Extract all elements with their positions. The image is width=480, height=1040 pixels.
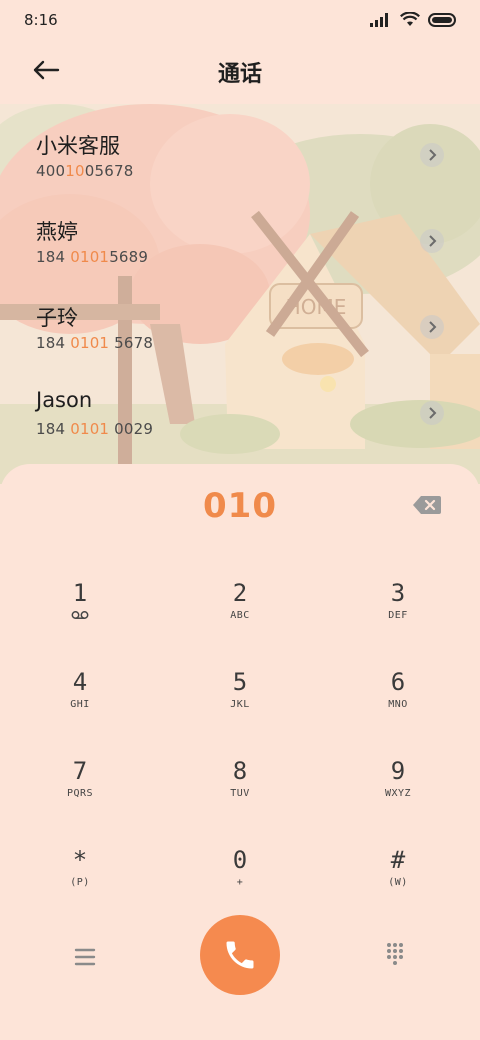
key-star[interactable]: * (P) — [25, 845, 135, 921]
key-letters: WXYZ — [384, 788, 412, 799]
key-0[interactable]: 0 + — [185, 845, 295, 921]
wifi-icon — [400, 12, 420, 26]
key-4[interactable]: 4 GHI — [25, 667, 135, 743]
number-match: 0101 — [70, 248, 110, 266]
contact-name: Jason — [36, 388, 93, 412]
key-letters: (P) — [70, 877, 90, 888]
contact-name: 小米客服 — [36, 134, 120, 158]
number-part: 184 — [36, 420, 71, 438]
key-7[interactable]: 7 PQRS — [25, 756, 135, 832]
contact-name: 燕婷 — [36, 220, 78, 244]
key-2[interactable]: 2 ABC — [185, 578, 295, 654]
status-time: 8:16 — [24, 11, 58, 29]
number-part: 5678 — [109, 334, 154, 352]
number-part: 05678 — [84, 162, 134, 180]
chevron-right-icon — [429, 149, 437, 161]
contact-number: 184 0101 0029 — [36, 420, 153, 438]
contact-item[interactable]: 燕婷 184 01015689 — [0, 190, 480, 276]
call-button[interactable] — [200, 915, 280, 995]
number-part: 184 — [36, 334, 71, 352]
contact-detail-button[interactable] — [420, 143, 444, 167]
backspace-button[interactable] — [412, 494, 442, 518]
phone-icon — [226, 941, 254, 969]
number-part: 0029 — [109, 420, 154, 438]
status-bar: 8:16 — [0, 0, 480, 40]
contact-detail-button[interactable] — [420, 401, 444, 425]
key-digit: 9 — [390, 757, 406, 785]
key-letters: PQRS — [66, 788, 94, 799]
key-letters: JKL — [230, 699, 250, 710]
number-part: 400 — [36, 162, 66, 180]
contact-name: 子玲 — [36, 306, 78, 330]
dialed-number: 010 — [203, 486, 277, 526]
key-3[interactable]: 3 DEF — [343, 578, 453, 654]
number-part: 5689 — [109, 248, 149, 266]
key-digit: 3 — [390, 579, 406, 607]
chevron-right-icon — [429, 235, 437, 247]
key-digit: 4 — [72, 668, 88, 696]
key-digit: # — [390, 846, 406, 874]
battery-icon — [428, 12, 456, 27]
status-icons — [370, 12, 456, 27]
dial-panel: 010 1 2 ABC 3 DEF 4 GHI 5 JKL 6 MNO 7 PQ… — [0, 464, 480, 1040]
number-part: 184 — [36, 248, 71, 266]
contact-number: 184 0101 5678 — [36, 334, 153, 352]
key-digit: 5 — [232, 668, 248, 696]
key-digit: 7 — [72, 757, 88, 785]
keypad-icon — [387, 943, 403, 965]
contact-detail-button[interactable] — [420, 315, 444, 339]
number-match: 0101 — [70, 334, 110, 352]
header: 通话 — [0, 40, 480, 104]
key-digit: 8 — [232, 757, 248, 785]
key-digit: 2 — [232, 579, 248, 607]
contact-detail-button[interactable] — [420, 229, 444, 253]
key-letters: DEF — [388, 610, 408, 621]
menu-button[interactable] — [70, 942, 100, 972]
number-match: 0101 — [70, 420, 110, 438]
contact-item[interactable]: 子玲 184 0101 5678 — [0, 276, 480, 362]
key-letters: (W) — [388, 877, 408, 888]
voicemail-icon — [25, 610, 135, 623]
key-6[interactable]: 6 MNO — [343, 667, 453, 743]
key-letters: ABC — [230, 610, 250, 621]
key-letters: GHI — [70, 699, 90, 710]
key-digit: * — [72, 846, 88, 874]
key-5[interactable]: 5 JKL — [185, 667, 295, 743]
key-1[interactable]: 1 — [25, 578, 135, 654]
key-digit: 0 — [232, 846, 248, 874]
signal-icon — [370, 12, 388, 27]
menu-icon — [74, 948, 96, 966]
contact-number: 184 01015689 — [36, 248, 148, 266]
contact-item[interactable]: Jason 184 0101 0029 — [0, 362, 480, 448]
key-letters: TUV — [230, 788, 250, 799]
page-title: 通话 — [217, 62, 262, 87]
number-match: 10 — [65, 162, 85, 180]
key-digit: 6 — [390, 668, 406, 696]
key-letters: MNO — [388, 699, 408, 710]
chevron-right-icon — [429, 321, 437, 333]
backspace-icon — [413, 496, 441, 514]
contact-item[interactable]: 小米客服 4001005678 — [0, 104, 480, 190]
keypad-toggle-button[interactable] — [383, 942, 407, 966]
contact-number: 4001005678 — [36, 162, 133, 180]
key-9[interactable]: 9 WXYZ — [343, 756, 453, 832]
contact-list: 小米客服 4001005678 燕婷 184 01015689 子玲 184 0… — [0, 104, 480, 464]
key-8[interactable]: 8 TUV — [185, 756, 295, 832]
key-hash[interactable]: # (W) — [343, 845, 453, 921]
key-letters: + — [236, 877, 244, 888]
chevron-right-icon — [429, 407, 437, 419]
key-digit: 1 — [72, 579, 88, 607]
